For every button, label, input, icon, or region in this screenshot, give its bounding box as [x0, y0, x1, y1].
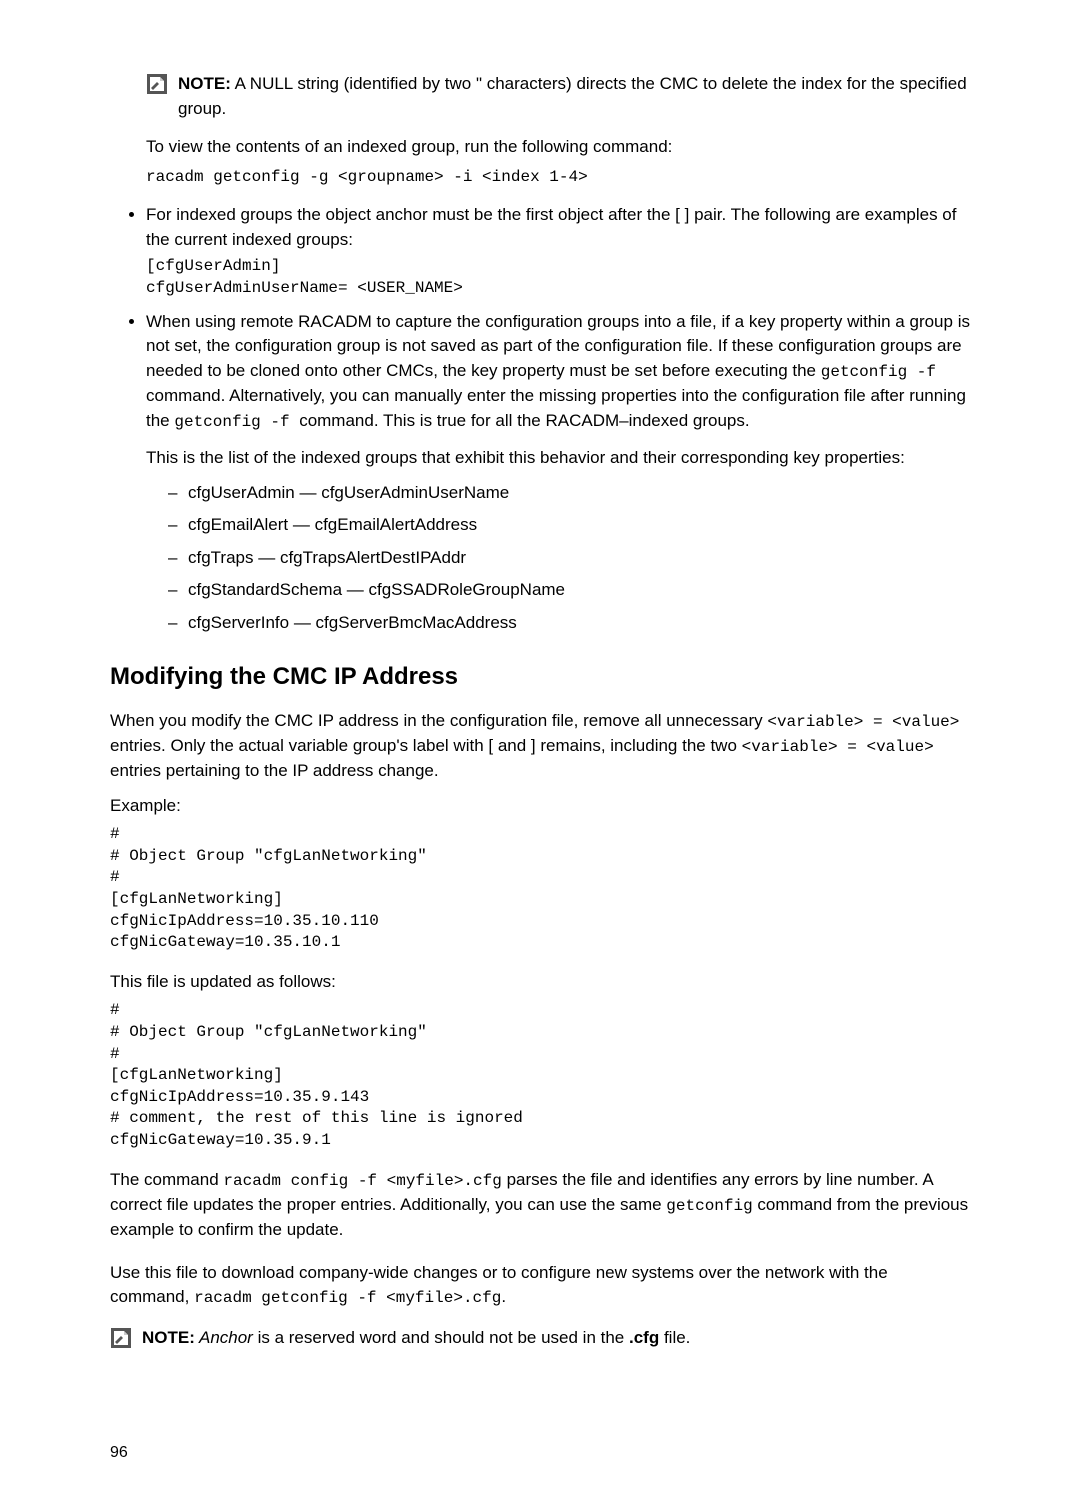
note-label: NOTE:: [178, 74, 231, 93]
label-example: Example:: [110, 794, 970, 819]
bullet-remote-mono1: getconfig -f: [821, 363, 936, 381]
para-command-mono1: racadm config -f <myfile>.cfg: [223, 1172, 501, 1190]
para-download-part2: .: [501, 1287, 506, 1306]
bullet-remote-racadm: When using remote RACADM to capture the …: [146, 310, 970, 636]
note2-rest: is a reserved word and should not be use…: [253, 1328, 629, 1347]
bullet-remote-subpara: This is the list of the indexed groups t…: [146, 446, 970, 471]
para-view-contents: To view the contents of an indexed group…: [146, 135, 970, 160]
code-view-contents: racadm getconfig -g <groupname> -i <inde…: [146, 166, 970, 189]
para-command-mono2: getconfig: [666, 1197, 752, 1215]
code-example-1: # # Object Group "cfgLanNetworking" # [c…: [110, 824, 970, 954]
inner-item-0: cfgUserAdmin — cfgUserAdminUserName: [168, 481, 970, 506]
page-number: 96: [110, 1441, 970, 1464]
inner-item-3: cfgStandardSchema — cfgSSADRoleGroupName: [168, 578, 970, 603]
note-text-2: NOTE: Anchor is a reserved word and shou…: [142, 1326, 970, 1351]
note-block-2: NOTE: Anchor is a reserved word and shou…: [110, 1326, 970, 1351]
code-example-2: # # Object Group "cfgLanNetworking" # [c…: [110, 1000, 970, 1151]
note-label: NOTE:: [142, 1328, 195, 1347]
label-updated: This file is updated as follows:: [110, 970, 970, 995]
heading-modifying-ip: Modifying the CMC IP Address: [110, 660, 970, 695]
inner-item-2: cfgTraps — cfgTrapsAlertDestIPAddr: [168, 546, 970, 571]
outer-list: For indexed groups the object anchor mus…: [110, 203, 970, 636]
bullet-indexed-groups: For indexed groups the object anchor mus…: [146, 203, 970, 299]
note-text-1: NOTE: A NULL string (identified by two "…: [178, 72, 970, 121]
page-container: NOTE: A NULL string (identified by two "…: [0, 0, 1080, 1504]
note2-tail: file.: [659, 1328, 690, 1347]
para-modify-part1: When you modify the CMC IP address in th…: [110, 711, 767, 730]
para-command: The command racadm config -f <myfile>.cf…: [110, 1168, 970, 1243]
para-modify-mono2: <variable> = <value>: [742, 738, 934, 756]
bullet-remote-part3: command. This is true for all the RACADM…: [299, 411, 749, 430]
bullet-indexed-text: For indexed groups the object anchor mus…: [146, 205, 956, 249]
para-download-mono1: racadm getconfig -f <myfile>.cfg: [194, 1289, 501, 1307]
inner-item-1: cfgEmailAlert — cfgEmailAlertAddress: [168, 513, 970, 538]
para-modify-mono1: <variable> = <value>: [767, 713, 959, 731]
para-modify-part2: entries. Only the actual variable group'…: [110, 736, 742, 755]
bullet-indexed-code: [cfgUserAdmin] cfgUserAdminUserName= <US…: [146, 256, 970, 299]
inner-list: cfgUserAdmin — cfgUserAdminUserName cfgE…: [146, 481, 970, 636]
note-icon: [146, 73, 168, 95]
para-modify-part3: entries pertaining to the IP address cha…: [110, 761, 439, 780]
note-block-1: NOTE: A NULL string (identified by two "…: [146, 72, 970, 121]
bullet-remote-mono2: getconfig -f: [174, 413, 299, 431]
note2-italic: Anchor: [195, 1328, 253, 1347]
para-modify-ip: When you modify the CMC IP address in th…: [110, 709, 970, 784]
inner-item-4: cfgServerInfo — cfgServerBmcMacAddress: [168, 611, 970, 636]
note2-bold: .cfg: [629, 1328, 659, 1347]
para-download: Use this file to download company-wide c…: [110, 1261, 970, 1311]
para-command-part1: The command: [110, 1170, 223, 1189]
note-icon: [110, 1327, 132, 1349]
note-body: A NULL string (identified by two " chara…: [178, 74, 967, 118]
